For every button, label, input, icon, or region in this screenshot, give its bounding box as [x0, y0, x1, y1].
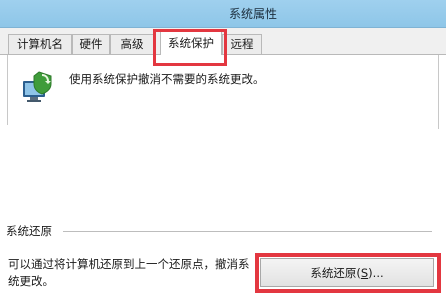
tab-panel: 使用系统保护撤消不需要的系统更改。: [0, 55, 446, 133]
protection-description: 使用系统保护撤消不需要的系统更改。: [69, 72, 265, 86]
tab-hardware[interactable]: 硬件: [72, 34, 110, 54]
panel-border-right: [438, 55, 439, 129]
system-restore-button[interactable]: 系统还原(S)...: [260, 258, 434, 287]
tab-advanced[interactable]: 高级: [110, 34, 154, 54]
restore-description: 可以通过将计算机还原到上一个还原点，撤消系统更改。: [8, 257, 250, 288]
group-divider: [63, 231, 432, 232]
title-bar: 系统属性: [0, 0, 446, 28]
restore-group-label: 系统还原: [6, 224, 52, 238]
restore-button-suffix: )...: [368, 265, 384, 280]
panel-border-left: [7, 55, 8, 125]
restore-button-text: 系统还原(: [310, 265, 361, 280]
tab-remote[interactable]: 远程: [222, 34, 262, 54]
tab-computer-name[interactable]: 计算机名: [8, 34, 72, 54]
system-protection-icon: [23, 71, 52, 102]
window-title: 系统属性: [228, 7, 277, 21]
tab-highlight-box: [153, 29, 227, 66]
